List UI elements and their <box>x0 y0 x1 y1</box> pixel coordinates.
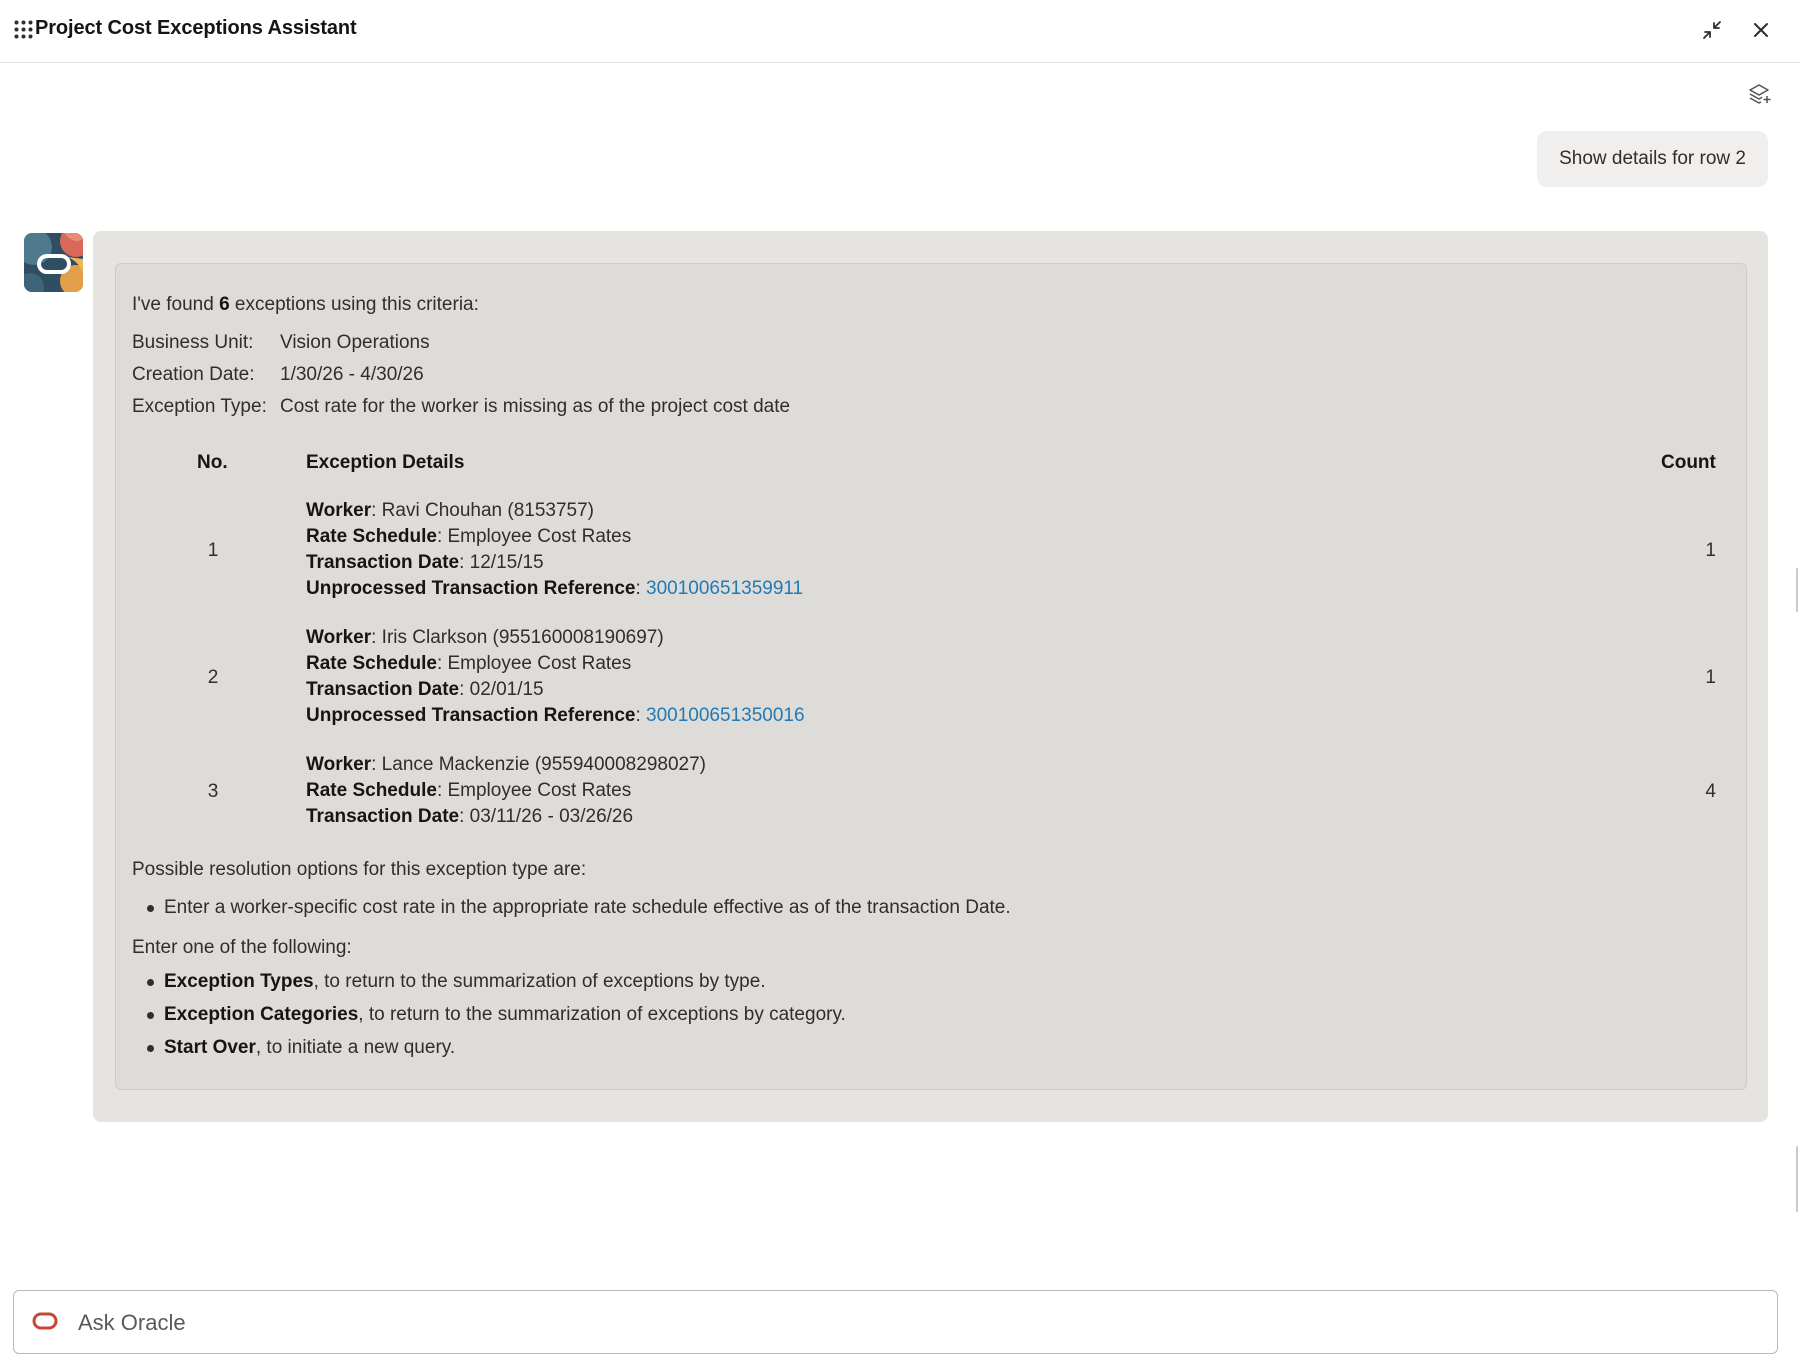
assistant-avatar <box>24 233 83 292</box>
layers-add-icon[interactable] <box>1748 82 1772 106</box>
oracle-logo-icon <box>32 1312 58 1330</box>
criteria-value: 1/30/26 - 4/30/26 <box>280 364 424 385</box>
criteria-label: Business Unit: <box>132 332 254 353</box>
bullet-dot <box>147 1045 154 1052</box>
criteria-value: Cost rate for the worker is missing as o… <box>280 396 791 417</box>
column-header-no: No. <box>197 452 228 473</box>
resolution-option: Enter a worker-specific cost rate in the… <box>164 897 1011 918</box>
bullet-dot <box>147 979 154 986</box>
table-row: Worker: Lance Mackenzie (955940008298027… <box>306 754 706 827</box>
scrollbar-thumb[interactable] <box>1796 1146 1798 1212</box>
collapse-arrows-icon[interactable] <box>1700 18 1724 42</box>
enter-options-heading: Enter one of the following: <box>132 937 352 958</box>
table-row: Worker: Ravi Chouhan (8153757) Rate Sche… <box>306 500 804 599</box>
criteria-label: Creation Date: <box>132 364 255 385</box>
row-number: 1 <box>207 540 219 561</box>
app-title: Project Cost Exceptions Assistant <box>35 17 357 39</box>
bullet-dot <box>147 905 154 912</box>
criteria-label: Exception Type: <box>132 396 267 417</box>
results-intro: I've found 6 exceptions using this crite… <box>132 294 479 315</box>
row-count: 4 <box>1705 781 1716 802</box>
resolution-heading: Possible resolution options for this exc… <box>132 859 587 880</box>
row-number: 3 <box>207 781 219 802</box>
option-exception-types[interactable]: Exception Types, to return to the summar… <box>164 970 766 994</box>
close-icon[interactable] <box>1749 18 1773 42</box>
scrollbar-thumb-top[interactable] <box>1796 568 1798 612</box>
assistant-window: Project Cost Exceptions Assistant Show d… <box>0 0 1800 1367</box>
transaction-reference-link[interactable]: 300100651359911 <box>646 578 803 599</box>
row-number: 2 <box>207 667 219 688</box>
exception-count: 6 <box>219 294 230 315</box>
criteria-value: Vision Operations <box>280 332 430 353</box>
column-header-details: Exception Details <box>306 452 465 473</box>
ask-oracle-input[interactable] <box>78 1303 1758 1343</box>
transaction-reference-link[interactable]: 300100651350016 <box>646 705 805 726</box>
grid-dots-icon[interactable] <box>14 20 33 39</box>
option-exception-categories[interactable]: Exception Categories, to return to the s… <box>164 1003 846 1027</box>
user-message-bubble: Show details for row 2 <box>1537 131 1768 187</box>
user-message-text: Show details for row 2 <box>1559 148 1746 169</box>
ask-oracle-input-box[interactable] <box>13 1290 1778 1354</box>
header-bar: Project Cost Exceptions Assistant <box>0 0 1800 63</box>
option-start-over[interactable]: Start Over, to initiate a new query. <box>164 1036 455 1060</box>
row-count: 1 <box>1705 540 1716 561</box>
row-count: 1 <box>1705 667 1716 688</box>
bullet-dot <box>147 1012 154 1019</box>
column-header-count: Count <box>1661 452 1716 473</box>
table-row: Worker: Iris Clarkson (955160008190697) … <box>306 627 805 726</box>
